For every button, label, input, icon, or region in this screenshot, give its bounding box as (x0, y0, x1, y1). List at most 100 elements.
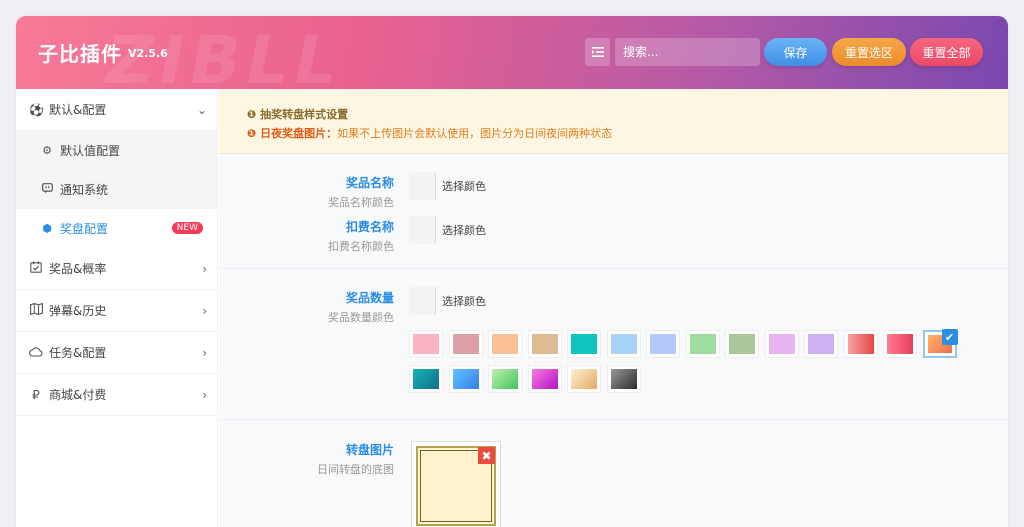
sidebar-subitem-default-values[interactable]: ⚙ 默认值配置 (16, 131, 217, 170)
toggle-menu-button[interactable] (585, 38, 610, 66)
brand-title: 子比插件 (38, 42, 122, 66)
prize-name-color-picker[interactable]: 选择颜色 (409, 172, 486, 200)
color-preset-fill (610, 369, 637, 389)
chevron-right-icon: › (202, 387, 207, 402)
save-button[interactable]: 保存 (764, 38, 827, 66)
notice-line: ❶ 日夜奖盘图片：如果不上传图片会默认使用，图片分为日间夜间两种状态 (247, 125, 1008, 141)
notice-line-text: 如果不上传图片会默认使用，图片分为日间夜间两种状态 (337, 127, 613, 140)
color-preset-magenta-gradient[interactable] (527, 365, 562, 393)
info-icon: ❶ (247, 108, 257, 121)
color-picker-label: 选择颜色 (442, 224, 486, 237)
sidebar-subitem-wheel-config[interactable]: ⬢ 奖盘配置 NEW (16, 209, 217, 248)
color-swatch[interactable] (409, 216, 436, 244)
cloud-icon (29, 346, 43, 360)
chevron-right-icon: › (202, 303, 207, 318)
color-preset-pink[interactable] (409, 330, 443, 358)
color-swatch[interactable] (409, 287, 436, 315)
prize-count-color-picker[interactable]: 选择颜色 (409, 287, 486, 315)
sidebar-item-label: 任务&配置 (49, 346, 107, 360)
sidebar-item-tasks[interactable]: 任务&配置 › (16, 332, 217, 374)
color-preset-crimson-gradient[interactable] (883, 330, 917, 358)
color-preset-orange-gradient[interactable]: ✔ (922, 329, 958, 358)
color-swatch[interactable] (409, 172, 436, 200)
color-preset-fill (571, 369, 597, 389)
check-icon: ✔ (941, 329, 958, 345)
sidebar-item-label: 奖品&概率 (49, 262, 107, 276)
color-picker-label: 选择颜色 (442, 295, 486, 308)
map-icon (29, 302, 43, 318)
sidebar-subitem-notifications[interactable]: 通知系统 (16, 170, 217, 209)
color-preset-green-gradient[interactable] (488, 365, 522, 393)
color-preset-fill (531, 369, 558, 389)
close-icon[interactable]: ✖ (478, 447, 495, 464)
color-preset-teal-gradient[interactable] (409, 365, 443, 393)
color-preset-fill (887, 334, 913, 354)
field-label-cost-name: 扣费名称 扣费名称颜色 (219, 218, 394, 254)
header-bar: ZIBLL 子比插件 V2.5.6 保存 重置选区 重置全部 (16, 16, 1008, 99)
color-preset-lavender[interactable] (764, 330, 799, 358)
color-preset-fill (650, 334, 676, 354)
notice-title: ❶ 抽奖转盘样式设置 (247, 106, 1008, 122)
color-preset-gray-gradient[interactable] (606, 365, 641, 393)
sidebar-subitem-label: 通知系统 (60, 183, 109, 197)
chat-icon (40, 182, 54, 197)
color-preset-fill (452, 369, 479, 389)
sidebar-item-defaults[interactable]: ⚽ 默认&配置 ⌄ (16, 89, 217, 131)
color-preset-fill (452, 334, 479, 354)
color-preset-rose[interactable] (448, 330, 483, 358)
color-preset-fill (808, 334, 834, 354)
sidebar-item-prizes[interactable]: 奖品&概率 › (16, 248, 217, 290)
color-preset-fill (492, 369, 518, 389)
brand-watermark: ZIBLL (106, 22, 343, 99)
color-preset-light-blue[interactable] (606, 330, 641, 358)
search-input[interactable] (615, 38, 760, 66)
field-subtitle: 奖品数量颜色 (328, 311, 394, 324)
color-picker-label: 选择颜色 (442, 180, 486, 193)
color-preset-mint[interactable] (685, 330, 720, 358)
gear-icon: ⚙ (42, 144, 52, 157)
color-preset-lilac[interactable] (804, 330, 838, 358)
color-preset-periwinkle[interactable] (646, 330, 680, 358)
color-preset-blue-gradient[interactable] (448, 365, 483, 393)
field-title: 奖品数量 (345, 291, 394, 305)
field-subtitle: 日间转盘的底图 (317, 463, 394, 476)
color-preset-fill (531, 334, 558, 354)
color-preset-fill (847, 334, 874, 354)
field-group-names: 奖品名称 奖品名称颜色 选择颜色 扣费名称 扣费名称颜色 选择颜色 (219, 154, 1008, 269)
color-preset-tan[interactable] (527, 330, 562, 358)
color-preset-fill (413, 334, 439, 354)
sidebar-item-label: 默认&配置 (49, 103, 107, 117)
cost-name-color-picker[interactable]: 选择颜色 (409, 216, 486, 244)
cube-icon: ⬢ (42, 222, 52, 235)
sidebar-item-label: 弹幕&历史 (49, 304, 107, 318)
color-preset-sage[interactable] (725, 330, 759, 358)
color-preset-fill (689, 334, 716, 354)
chevron-down-icon: ⌄ (196, 102, 207, 117)
chevron-right-icon: › (202, 261, 207, 276)
color-preset-red-gradient[interactable] (843, 330, 878, 358)
wheel-image-upload[interactable]: ✖ (411, 441, 501, 527)
color-preset-fill (492, 334, 518, 354)
color-preset-sand-gradient[interactable] (567, 365, 601, 393)
sidebar-subitem-label: 默认值配置 (60, 144, 121, 158)
field-label-wheel-image: 转盘图片 日间转盘的底图 (219, 441, 394, 477)
field-title: 扣费名称 (345, 220, 394, 234)
info-icon: ❶ (247, 127, 257, 140)
color-preset-fill (571, 334, 597, 354)
reset-all-button[interactable]: 重置全部 (910, 38, 983, 66)
field-group-prize-count: 奖品数量 奖品数量颜色 选择颜色 ✔ (219, 269, 1008, 420)
field-group-wheel-image: 转盘图片 日间转盘的底图 ✖ (219, 420, 1008, 527)
sidebar-item-danmaku[interactable]: 弹幕&历史 › (16, 290, 217, 332)
notice-title-text: 抽奖转盘样式设置 (260, 108, 349, 121)
color-preset-teal[interactable] (567, 330, 601, 358)
field-label-prize-name: 奖品名称 奖品名称颜色 (219, 174, 394, 210)
sidebar-item-shop[interactable]: ₽ 商城&付费 › (16, 374, 217, 416)
color-preset-peach[interactable] (488, 330, 522, 358)
field-title: 奖品名称 (345, 176, 394, 190)
color-preset-fill (610, 334, 637, 354)
calendar-check-icon (29, 261, 43, 276)
field-title: 转盘图片 (345, 443, 394, 457)
reset-section-button[interactable]: 重置选区 (832, 38, 906, 66)
ruble-icon: ₽ (32, 387, 40, 402)
color-preset-fill (729, 334, 755, 354)
